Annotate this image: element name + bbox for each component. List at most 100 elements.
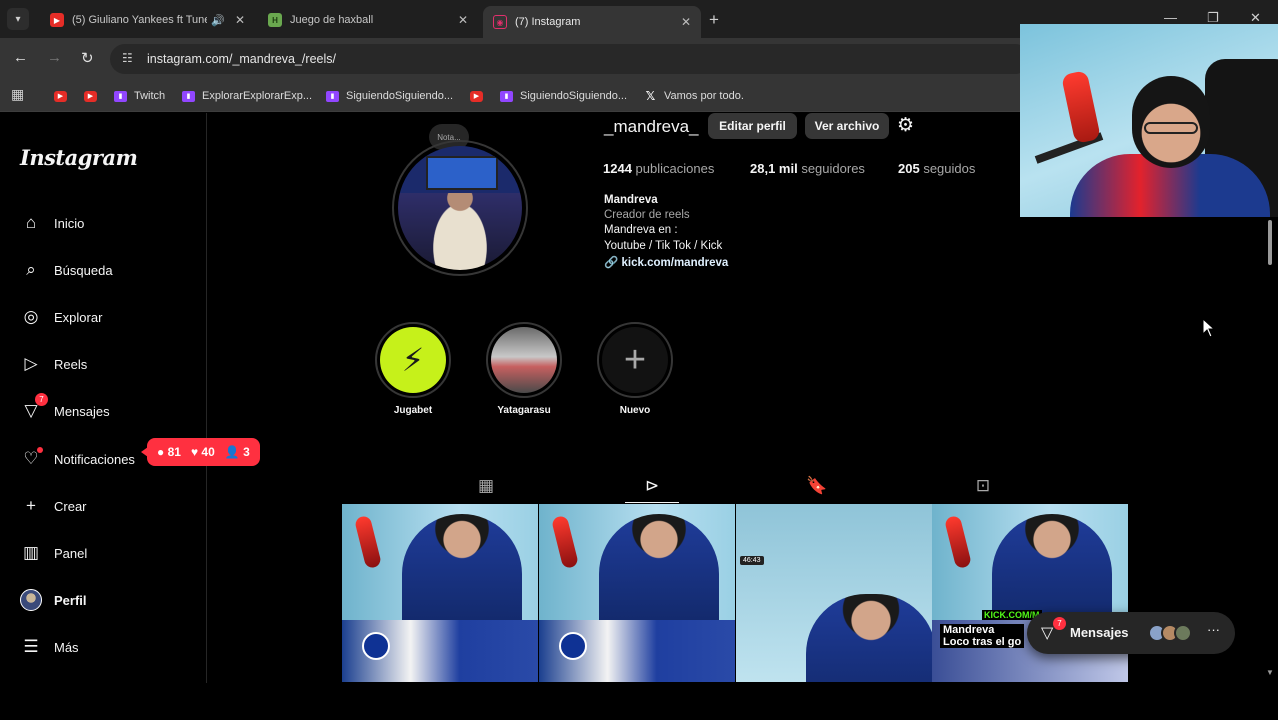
bookmark-siguiendo-2[interactable]: ▮ SiguiendoSiguiendo... [500, 87, 627, 105]
notifications-summary-pill[interactable]: ● 81 ♥ 40 👤 3 [141, 438, 260, 466]
bookmark-label: Vamos por todo. [664, 90, 744, 102]
speaker-icon[interactable]: 🔊 [211, 14, 225, 27]
reel-caption: Mandreva Loco tras el go [940, 624, 1025, 648]
tab-instagram[interactable]: ◉ (7) Instagram ✕ [483, 6, 701, 38]
bio-link[interactable]: 🔗 kick.com/mandreva [604, 255, 728, 269]
bookmark-siguiendo[interactable]: ▮ SiguiendoSiguiendo... [326, 87, 453, 105]
sidebar-item-notificaciones[interactable]: ♡ Notificaciones [20, 446, 135, 472]
sidebar-item-label: Inicio [54, 215, 85, 231]
profile-picture[interactable] [392, 140, 528, 276]
avatar [20, 589, 42, 611]
bookmark-twitch[interactable]: ▮ Twitch [114, 87, 165, 105]
highlight-ring: ⚡ [375, 322, 451, 398]
bookmark-explorar[interactable]: ▮ ExplorarExplorarExp... [182, 87, 312, 105]
settings-gear-icon[interactable]: ⚙ [897, 114, 914, 137]
sidebar-item-mensajes[interactable]: ▽ 7 Mensajes [20, 393, 110, 424]
tab-search-button[interactable]: ▾ [7, 8, 29, 30]
posts-grid-icon[interactable]: ▦ [473, 474, 499, 498]
bio-line: Youtube / Tik Tok / Kick [604, 240, 723, 252]
menu-icon: ☰ [23, 637, 39, 656]
bookmark-label: SiguiendoSiguiendo... [346, 90, 454, 102]
webcam-mic [1061, 70, 1101, 144]
sidebar-item-mas[interactable]: ☰ Más [20, 634, 78, 660]
messenger-icon: ▽ [1041, 625, 1054, 642]
sidebar-item-perfil[interactable]: Perfil [20, 587, 87, 613]
haxball-icon: H [268, 13, 282, 27]
edit-profile-button[interactable]: Editar perfil [708, 113, 797, 139]
plus-icon: + [26, 496, 36, 515]
reload-icon[interactable]: ↻ [81, 49, 94, 67]
minimize-icon[interactable]: — [1164, 10, 1177, 25]
reel-thumbnail[interactable] [539, 504, 735, 682]
close-tab-icon[interactable]: ✕ [458, 13, 468, 27]
stat-following[interactable]: 205 seguidos [898, 161, 975, 176]
profile-username: _mandreva_ [604, 117, 699, 136]
sidebar-item-label: Explorar [54, 309, 103, 325]
active-tab-indicator [625, 502, 679, 503]
home-icon: ⌂ [25, 213, 37, 232]
close-tab-icon[interactable]: ✕ [235, 13, 245, 27]
sidebar-item-label: Búsqueda [54, 262, 113, 278]
scroll-down-icon[interactable]: ▼ [1266, 668, 1274, 677]
club-crest-icon [559, 632, 587, 660]
tagged-icon[interactable]: ⊡ [970, 474, 996, 498]
instagram-logo[interactable]: Instagram [20, 145, 138, 170]
bookmark-youtube[interactable]: ▶ [84, 87, 104, 105]
plus-icon: + [602, 327, 668, 393]
saved-icon[interactable]: 🔖 [804, 474, 830, 498]
new-tab-button[interactable]: + [709, 10, 719, 30]
forward-icon[interactable]: → [47, 49, 62, 66]
bookmark-x[interactable]: 𝕏 Vamos por todo. [644, 87, 744, 105]
highlight-jugabet[interactable]: ⚡ Jugabet [375, 322, 451, 416]
bio-line: Mandreva en : [604, 224, 678, 236]
sidebar-item-inicio[interactable]: ⌂ Inicio [20, 210, 85, 236]
avatar-wrapper [20, 589, 42, 611]
sidebar-item-busqueda[interactable]: ⌕ Búsqueda [20, 257, 113, 283]
reel-thumbnail[interactable]: 46:43 [736, 504, 932, 682]
highlight-yatagarasu[interactable]: Yatagarasu [486, 322, 562, 416]
sidebar-item-label: Crear [54, 498, 87, 514]
highlight-new[interactable]: + Nuevo [597, 322, 673, 416]
bookmark-youtube[interactable]: ▶ [54, 87, 74, 105]
sidebar-item-panel[interactable]: ▥ Panel [20, 540, 87, 566]
club-crest-icon [362, 632, 390, 660]
close-tab-icon[interactable]: ✕ [681, 15, 691, 29]
back-icon[interactable]: ← [13, 49, 28, 66]
bio-link-text[interactable]: kick.com/mandreva [622, 257, 729, 269]
highlight-ring [486, 322, 562, 398]
sidebar-item-reels[interactable]: ▷ Reels [20, 351, 87, 377]
reel-thumbnail[interactable]: KICK.COM/M Mandreva Loco tras el go [932, 504, 1128, 682]
webcam-overlay [1020, 24, 1278, 217]
url-text[interactable]: instagram.com/_mandreva_/reels/ [147, 52, 336, 66]
link-icon: 🔗 [604, 257, 619, 269]
site-info-icon[interactable]: ☷ [122, 51, 133, 65]
tab-haxball[interactable]: H Juego de haxball ✕ [258, 6, 478, 34]
tab-title: (7) Instagram [515, 16, 581, 28]
stat-label: seguidos [923, 161, 976, 176]
reel-thumbnail[interactable] [342, 504, 538, 682]
view-archive-button[interactable]: Ver archivo [805, 113, 889, 139]
stat-value: 1244 [603, 161, 632, 176]
sidebar-item-crear[interactable]: + Crear [20, 493, 87, 519]
stat-value: 205 [898, 161, 920, 176]
scrollbar-thumb[interactable] [1268, 220, 1272, 265]
sidebar-item-explorar[interactable]: ◎ Explorar [20, 304, 103, 330]
tab-title: Juego de haxball [290, 14, 374, 26]
youtube-icon: ▶ [470, 90, 483, 102]
apps-grid-icon[interactable]: ▦ [11, 86, 24, 103]
stat-followers[interactable]: 28,1 mil seguidores [750, 161, 865, 176]
messages-label: Mensajes [1070, 625, 1129, 640]
profile-picture-image [398, 146, 522, 270]
bookmark-youtube[interactable]: ▶ [470, 87, 490, 105]
bookmark-label: ExplorarExplorarExp... [202, 90, 313, 102]
tab-youtube[interactable]: ▶ (5) Giuliano Yankees ft Tune 🔊 ✕ [40, 6, 255, 34]
twitch-icon: ▮ [500, 90, 513, 102]
highlight-ring: + [597, 322, 673, 398]
like-count-value: 40 [201, 445, 215, 459]
messages-floating-button[interactable]: ▽ 7 Mensajes ··· [1027, 612, 1235, 654]
sidebar-item-label: Perfil [54, 592, 87, 608]
reels-tab-icon[interactable]: ⊳ [639, 474, 665, 498]
youtube-icon: ▶ [54, 90, 67, 102]
stat-label: publicaciones [635, 161, 715, 176]
url-field[interactable]: ☷ instagram.com/_mandreva_/reels/ [110, 44, 1030, 74]
